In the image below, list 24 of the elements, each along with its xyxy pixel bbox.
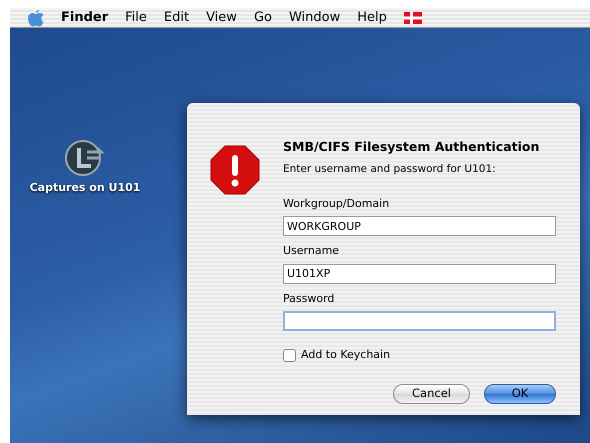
dialog-message: Enter username and password for U101: [283, 162, 497, 177]
desktop-icon-label[interactable]: Captures on U101 [30, 180, 140, 196]
menu-item[interactable]: Window [288, 8, 340, 28]
menu-item[interactable]: Help [357, 8, 387, 28]
push-button[interactable]: Cancel [393, 384, 470, 404]
flag-icon[interactable] [404, 12, 422, 24]
menu-item[interactable]: Edit [164, 8, 190, 28]
menu-item[interactable]: Finder [61, 8, 108, 28]
menu-item[interactable]: View [206, 8, 237, 28]
default-button[interactable]: OK [484, 384, 556, 404]
menu-item[interactable]: Go [254, 8, 272, 28]
input-field[interactable]: WORKGROUP [283, 216, 556, 236]
input-field[interactable]: U101XP [283, 264, 556, 284]
checkbox[interactable] [283, 348, 296, 362]
input-field[interactable] [283, 311, 556, 331]
checkbox-label: Add to Keychain [301, 347, 390, 363]
field-label: Username [283, 243, 340, 259]
dialog-title: SMB/CIFS Filesystem Authentication [283, 138, 540, 156]
stop-icon [210, 145, 260, 195]
field-label: Password [283, 290, 336, 306]
field-label: Workgroup/Domain [283, 196, 390, 212]
apple-icon[interactable] [28, 8, 44, 26]
network-drive-icon[interactable] [63, 138, 107, 178]
menu-item[interactable]: File [125, 8, 147, 28]
